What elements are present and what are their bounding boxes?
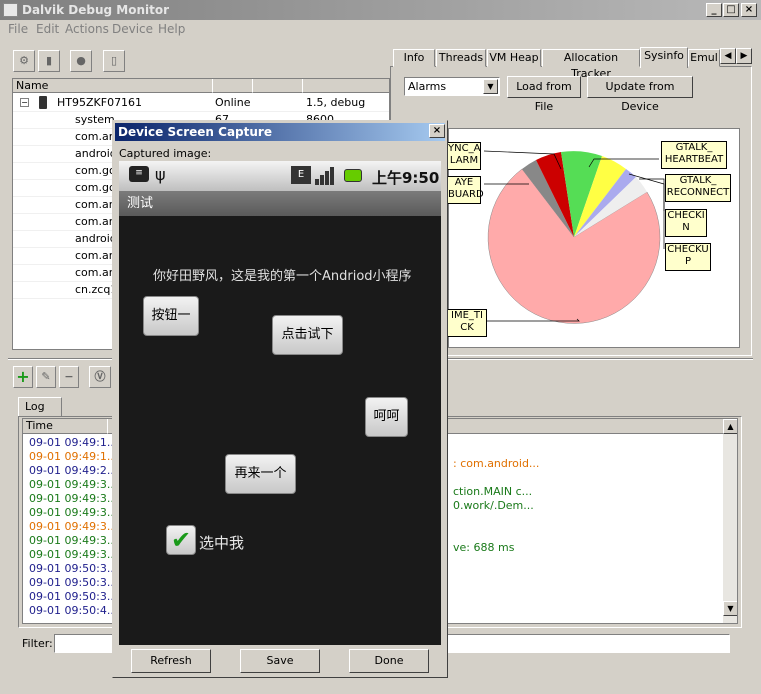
menu-help[interactable]: Help (158, 22, 185, 36)
scroll-down-icon[interactable]: ▼ (723, 601, 737, 616)
close-button[interactable]: × (741, 3, 757, 17)
log-row[interactable]: 09-01 09:49:3... (29, 548, 117, 562)
log-row[interactable]: 09-01 09:49:1... (29, 450, 117, 464)
log-message: 0.work/.Dem... (453, 499, 534, 512)
device-status: Online (215, 96, 251, 109)
checkbox-label: 选中我 (199, 534, 245, 552)
add-filter-icon[interactable]: + (13, 366, 33, 388)
menu-file[interactable]: File (8, 22, 28, 36)
update-from-device-button[interactable]: Update from Device (587, 76, 693, 113)
device-version: 1.5, debug (306, 96, 366, 109)
verbose-icon[interactable]: Ⓥ (89, 366, 111, 388)
battery-icon (344, 169, 362, 182)
tab-scroll-right-icon[interactable]: ▶ (736, 48, 752, 64)
menu-edit[interactable]: Edit (36, 22, 59, 36)
window-title: Dalvik Debug Monitor (22, 3, 170, 17)
dialog-close-icon[interactable]: × (429, 124, 445, 138)
usb-icon: ψ (155, 165, 166, 184)
tab-threads[interactable]: Threads (436, 49, 486, 67)
phone-status-bar: ≡ ψ E 上午9:50 (119, 161, 441, 191)
log-row[interactable]: 09-01 09:49:3... (29, 534, 117, 548)
phone-icon (39, 96, 47, 109)
tab-vm-heap[interactable]: VM Heap (487, 49, 541, 67)
load-from-file-button[interactable]: Load from File (507, 76, 581, 113)
sysinfo-chart: YNC_A LARM AYE BUARD GTALK_ HEARTBEAT GTALK… (447, 128, 740, 348)
heap-icon[interactable]: ▮ (38, 50, 60, 72)
debug-icon[interactable]: ⚙ (13, 50, 35, 72)
device-row[interactable]: − HT95ZKF07161 Online 1.5, debug (13, 95, 389, 112)
log-row[interactable]: 09-01 09:50:3... (29, 590, 117, 604)
column-name[interactable]: Name (13, 79, 213, 93)
phone-screen: ≡ ψ E 上午9:50 测试 你好田野风，这是我的第一个Andriod小程序 … (119, 161, 441, 645)
log-scrollbar[interactable]: ▲ ▼ (723, 419, 737, 623)
tab-sysinfo[interactable]: Sysinfo (640, 47, 688, 68)
log-message: ction.MAIN c... (453, 485, 533, 498)
again-button[interactable]: 再来一个 (225, 454, 296, 494)
scroll-up-icon[interactable]: ▲ (723, 419, 737, 434)
log-message: : com.android... (453, 457, 540, 470)
screen-capture-dialog: Device Screen Capture × Captured image: … (112, 120, 448, 678)
log-row[interactable]: 09-01 09:50:4... (29, 604, 117, 618)
remove-filter-icon[interactable]: − (59, 366, 79, 388)
log-message: ve: 688 ms (453, 541, 515, 554)
save-button[interactable]: Save (240, 649, 320, 673)
label-time-tick: IME_TI CK (447, 309, 487, 337)
column-4[interactable] (303, 79, 389, 93)
label-checkin: CHECKI N (665, 209, 707, 237)
chevron-down-icon[interactable]: ▼ (483, 79, 498, 94)
sysinfo-select[interactable]: Alarms ▼ (404, 77, 500, 96)
collapse-icon[interactable]: − (20, 98, 29, 107)
tab-log[interactable]: Log (18, 397, 62, 417)
app-title: 测试 (119, 191, 441, 216)
message-icon: ≡ (129, 166, 149, 182)
log-row[interactable]: 09-01 09:50:3... (29, 576, 117, 590)
tab-emulator[interactable]: Emul (688, 49, 720, 67)
captured-label: Captured image: (119, 147, 212, 160)
log-row[interactable]: 09-01 09:49:3... (29, 478, 117, 492)
maximize-button[interactable]: □ (723, 3, 739, 17)
button-one[interactable]: 按钮一 (143, 296, 199, 336)
tab-allocation-tracker[interactable]: Allocation Tracker (542, 49, 640, 80)
click-try-button[interactable]: 点击试下 (272, 315, 343, 355)
label-keyguard: AYE BUARD (447, 176, 484, 204)
log-row[interactable]: 09-01 09:50:3... (29, 562, 117, 576)
trash-icon[interactable]: ▯ (103, 50, 125, 72)
label-gtalk-heartbeat: GTALK_ HEARTBEAT (661, 141, 727, 169)
dialog-title: Device Screen Capture (115, 123, 445, 141)
refresh-button[interactable]: Refresh (131, 649, 211, 673)
tab-scroll-left-icon[interactable]: ◀ (720, 48, 736, 64)
minimize-button[interactable]: _ (706, 3, 722, 17)
column-time[interactable]: Time (23, 419, 108, 434)
log-row[interactable]: 09-01 09:49:3... (29, 492, 117, 506)
process-name: android (75, 147, 117, 160)
menu-actions[interactable]: Actions (65, 22, 109, 36)
window-titlebar: Dalvik Debug Monitor _ □ × (0, 0, 761, 20)
log-row[interactable]: 09-01 09:49:2... (29, 464, 117, 478)
column-3[interactable] (253, 79, 303, 93)
filter-label: Filter: (22, 637, 53, 650)
edge-icon: E (291, 166, 311, 184)
menu-device[interactable]: Device (112, 22, 153, 36)
process-name: cn.zcq1 (75, 283, 118, 296)
stop-icon[interactable]: ● (70, 50, 92, 72)
log-row[interactable]: 09-01 09:49:1... (29, 436, 117, 450)
label-gtalk-reconnect: GTALK_ RECONNECT (665, 174, 731, 202)
label-checkup: CHECKU P (665, 243, 711, 271)
tab-info[interactable]: Info (393, 49, 435, 67)
done-button[interactable]: Done (349, 649, 429, 673)
log-row[interactable]: 09-01 09:49:3... (29, 520, 117, 534)
app-icon (3, 3, 18, 17)
log-row[interactable]: 09-01 09:49:3... (29, 506, 117, 520)
process-name: android (75, 232, 117, 245)
hello-message: 你好田野风，这是我的第一个Andriod小程序 (153, 269, 412, 284)
label-sync-alarm: YNC_A LARM (447, 142, 481, 170)
checkbox-checked-icon[interactable]: ✔ (166, 525, 196, 555)
column-2[interactable] (213, 79, 253, 93)
menu-bar: File Edit Actions Device Help (0, 20, 761, 39)
signal-icon (315, 165, 337, 185)
device-name: HT95ZKF07161 (57, 96, 143, 109)
edit-filter-icon[interactable]: ✎ (36, 366, 56, 388)
phone-clock: 上午9:50 (372, 169, 440, 187)
haha-button[interactable]: 呵呵 (365, 397, 408, 437)
